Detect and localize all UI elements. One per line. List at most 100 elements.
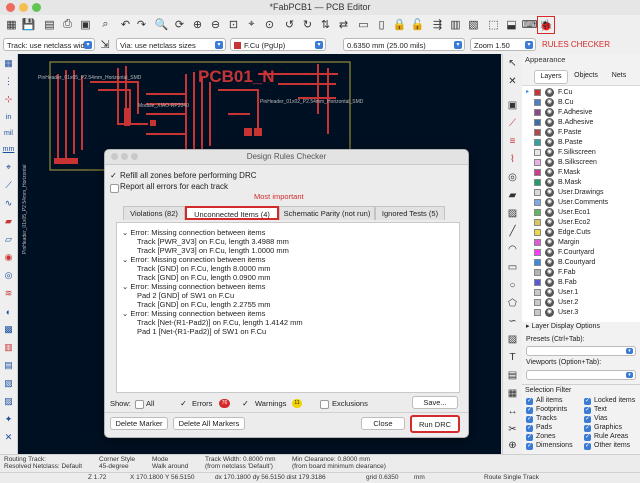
layer-row[interactable]: ◉ Edge.Cuts [526, 228, 638, 237]
selection-filter-checkbox[interactable]: ✓ [584, 434, 591, 441]
layer-color-swatch[interactable] [534, 279, 541, 286]
close-button[interactable]: Close [361, 417, 405, 430]
draw-bezier-icon[interactable]: ∽ [505, 314, 520, 329]
save-report-button[interactable]: Save... [412, 396, 458, 409]
select-icon[interactable]: ▦ [1, 56, 16, 71]
units-mil-button[interactable]: mil [1, 126, 16, 141]
layer-row[interactable]: ◉ User.Drawings [526, 188, 638, 197]
delete-marker-button[interactable]: Delete Marker [110, 417, 168, 430]
properties-icon[interactable]: ▧ [1, 376, 16, 391]
undo-icon[interactable]: ↶ [118, 17, 133, 32]
eye-icon[interactable]: ◉ [545, 208, 554, 217]
error-item[interactable]: Track [GND] on F.Cu, length 2.2755 mm [137, 300, 271, 309]
error-item[interactable]: Pad 1 [Net-(R1-Pad2)] of SW1 on F.Cu [137, 327, 266, 336]
layer-color-swatch[interactable] [534, 299, 541, 306]
layers-manager-icon[interactable]: ▥ [1, 340, 16, 355]
layer-color-swatch[interactable] [534, 199, 541, 206]
layer-color-swatch[interactable] [534, 189, 541, 196]
schematic-icon[interactable]: ⬓ [504, 17, 519, 32]
show-errors-checkbox[interactable]: ✓ [180, 400, 187, 408]
units-mm-button[interactable]: mm [1, 142, 16, 157]
lock-icon[interactable]: 🔒 [392, 17, 407, 32]
zoom-dialog-button[interactable] [131, 153, 138, 160]
error-item[interactable]: Track [GND] on F.Cu, length 8.0000 mm [137, 264, 271, 273]
layer-color-swatch[interactable] [534, 269, 541, 276]
layer-row[interactable]: ◉ User.Comments [526, 198, 638, 207]
redo-icon[interactable]: ↷ [134, 17, 149, 32]
layer-row[interactable]: ◉ F.Courtyard [526, 248, 638, 257]
eye-icon[interactable]: ◉ [545, 268, 554, 277]
layer-color-swatch[interactable] [534, 289, 541, 296]
tab-objects[interactable]: Objects [569, 70, 603, 82]
delete-all-markers-button[interactable]: Delete All Markers [173, 417, 245, 430]
zone-outline-icon[interactable]: ▱ [1, 232, 16, 247]
eye-icon[interactable]: ◉ [545, 288, 554, 297]
layer-color-swatch[interactable] [534, 179, 541, 186]
route-track-icon[interactable]: ⟋ [505, 116, 520, 131]
footprint-editor-icon[interactable]: ▥ [448, 17, 463, 32]
selection-filter-checkbox[interactable]: ✓ [526, 416, 533, 423]
error-item[interactable]: Track [PWR_3V3] on F.Cu, length 3.4988 m… [137, 237, 289, 246]
zoom-selection-icon[interactable]: ⊙ [262, 17, 277, 32]
layer-row[interactable]: ◉ B.Paste [526, 138, 638, 147]
layer-row[interactable]: ◉ User.3 [526, 308, 638, 317]
zoom-objects-icon[interactable]: ⌖ [244, 17, 259, 32]
zoom-in-icon[interactable]: ⊕ [190, 17, 205, 32]
layer-row[interactable]: ◉ F.Paste [526, 128, 638, 137]
run-drc-button[interactable]: Run DRC [410, 415, 460, 433]
selection-filter-checkbox[interactable]: ✓ [526, 407, 533, 414]
error-group-header[interactable]: ⌄ Error: Missing connection between item… [122, 255, 265, 264]
show-warnings-checkbox[interactable]: ✓ [242, 400, 249, 408]
tab-nets[interactable]: Nets [604, 70, 634, 82]
eye-icon[interactable]: ◉ [545, 308, 554, 317]
layer-row[interactable]: ◉ B.Adhesive [526, 118, 638, 127]
error-item[interactable]: Track [GND] on F.Cu, length 0.0900 mm [137, 273, 271, 282]
eye-icon[interactable]: ◉ [545, 298, 554, 307]
tools-icon[interactable]: ✕ [1, 430, 16, 445]
pad-fill-icon[interactable]: ◉ [1, 250, 16, 265]
eye-icon[interactable]: ◉ [545, 178, 554, 187]
layer-row[interactable]: ◉ F.Mask [526, 168, 638, 177]
curved-ratsnest-icon[interactable]: ∿ [1, 196, 16, 211]
add-image-icon[interactable]: ▨ [505, 332, 520, 347]
track-width-icon[interactable]: ⇲ [98, 37, 112, 51]
layer-display-options-toggle[interactable]: ▸ Layer Display Options [526, 322, 600, 330]
layer-row[interactable]: ▸ ◉ F.Cu [526, 88, 638, 97]
eye-icon[interactable]: ◉ [545, 118, 554, 127]
tune-length-icon[interactable]: ⌇ [505, 152, 520, 167]
layer-color-swatch[interactable] [534, 99, 541, 106]
update-pcb-icon[interactable]: ⬚ [486, 17, 501, 32]
eye-icon[interactable]: ◉ [545, 218, 554, 227]
layer-color-swatch[interactable] [534, 209, 541, 216]
layer-color-swatch[interactable] [534, 229, 541, 236]
rotate-cw-icon[interactable]: ↻ [300, 17, 315, 32]
net-color-icon[interactable]: ▩ [1, 322, 16, 337]
grid-toggle-icon[interactable]: ⋮ [1, 74, 16, 89]
plot-icon[interactable]: ▣ [78, 17, 93, 32]
draw-rect-icon[interactable]: ▭ [505, 260, 520, 275]
zoom-select[interactable]: Zoom 1.50 ▾ [470, 38, 536, 51]
selection-filter-checkbox[interactable]: ✓ [526, 443, 533, 450]
layer-row[interactable]: ◉ User.2 [526, 298, 638, 307]
layer-color-swatch[interactable] [534, 139, 541, 146]
refill-zones-checkbox[interactable]: ✓ [110, 172, 117, 180]
rotate-ccw-icon[interactable]: ↺ [282, 17, 297, 32]
close-dialog-button[interactable] [111, 153, 118, 160]
draw-circle-icon[interactable]: ○ [505, 278, 520, 293]
presets-select[interactable]: ▾ [526, 346, 636, 356]
layer-color-swatch[interactable] [534, 259, 541, 266]
minimize-dialog-button[interactable] [121, 153, 128, 160]
eye-icon[interactable]: ◉ [545, 228, 554, 237]
place-footprint-icon[interactable]: ▣ [505, 98, 520, 113]
draw-polygon-icon[interactable]: ⬠ [505, 296, 520, 311]
tab-schematic-parity[interactable]: Schematic Parity (not run) [279, 206, 375, 220]
track-width-select[interactable]: Track: use netclass width ▾ [3, 38, 95, 51]
layer-row[interactable]: ◉ B.Fab [526, 278, 638, 287]
high-contrast-icon[interactable]: ◐ [1, 304, 16, 319]
page-settings-icon[interactable]: ▤ [42, 17, 57, 32]
eye-icon[interactable]: ◉ [545, 98, 554, 107]
tab-violations[interactable]: Violations (82) [123, 206, 185, 220]
footprint-browser-icon[interactable]: ▧ [466, 17, 481, 32]
layer-color-swatch[interactable] [534, 119, 541, 126]
python-icon[interactable]: ✦ [1, 412, 16, 427]
